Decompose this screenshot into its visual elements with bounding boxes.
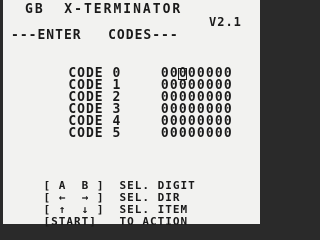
terminator-screen: GB X-TERMINATOR V2.1 ---ENTER CODES--- C…	[3, 0, 260, 228]
code-digit[interactable]: 0	[196, 127, 205, 140]
code-label: CODE 5	[68, 126, 122, 141]
version-label: V2.1	[209, 15, 242, 29]
enter-codes-header: ---ENTER CODES---	[11, 28, 179, 43]
code-digit[interactable]: 0	[178, 127, 187, 140]
code-digit[interactable]: 0	[160, 127, 169, 140]
code-digit[interactable]: 0	[169, 127, 178, 140]
app-title: GB X-TERMINATOR	[25, 2, 183, 17]
help-row-action: [START] TO ACTION	[13, 204, 188, 240]
code-digit[interactable]: 0	[205, 127, 214, 140]
code-digit[interactable]: 0	[214, 127, 223, 140]
code-value[interactable]: 00000000	[160, 127, 232, 140]
code-digit[interactable]: 0	[223, 127, 232, 140]
start-key-label: [START]	[43, 215, 97, 228]
help-action: TO ACTION	[119, 215, 189, 228]
code-digit[interactable]: 0	[187, 127, 196, 140]
code-row-5[interactable]: CODE 5 00000000	[33, 116, 232, 152]
